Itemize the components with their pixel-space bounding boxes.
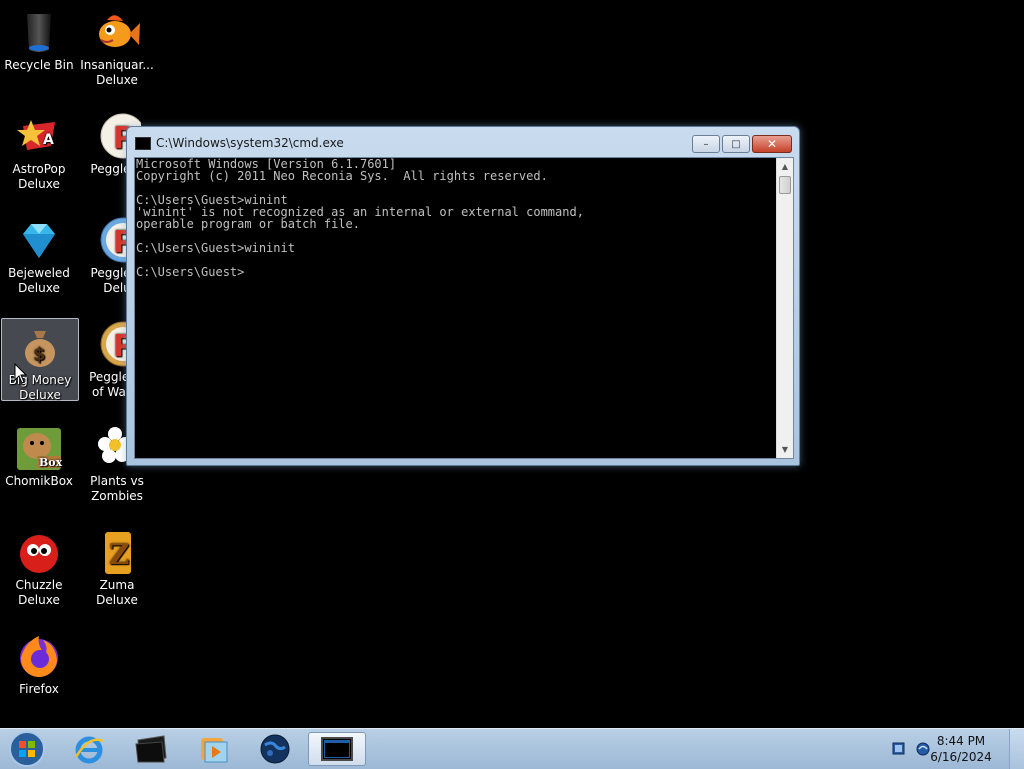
desktop-icon-label: Insaniquar... Deluxe xyxy=(80,58,154,87)
window-title: C:\Windows\system32\cmd.exe xyxy=(156,136,344,150)
taskbar-internet-explorer[interactable] xyxy=(62,732,116,766)
action-center-flag-icon[interactable] xyxy=(891,741,907,757)
mouse-cursor-icon xyxy=(14,363,28,384)
desktop-icon-astropop[interactable]: A AstroPop Deluxe xyxy=(0,106,78,202)
taskbar-media-player[interactable] xyxy=(186,732,240,766)
desktop-icon-recycle-bin[interactable]: Recycle Bin xyxy=(0,2,78,98)
console-area[interactable]: Microsoft Windows [Version 6.1.7601] Cop… xyxy=(134,157,794,459)
svg-text:Z: Z xyxy=(109,538,129,571)
scroll-up-arrow-icon[interactable]: ▲ xyxy=(777,158,793,175)
goldfish-icon xyxy=(93,8,141,56)
svg-text:A: A xyxy=(43,132,54,148)
firefox-icon xyxy=(15,632,63,680)
scroll-down-arrow-icon[interactable]: ▼ xyxy=(777,441,793,458)
desktop-icon-big-money[interactable]: $ Big Money Deluxe xyxy=(1,318,79,402)
desktop-icon-chomikbox[interactable]: Box ChomikBox xyxy=(0,418,78,514)
media-player-icon xyxy=(201,738,228,763)
scroll-thumb[interactable] xyxy=(779,176,791,194)
show-desktop-button[interactable] xyxy=(1009,729,1024,769)
desktop-icon-label: AstroPop Deluxe xyxy=(12,162,66,191)
console-line: C:\Users\Guest> xyxy=(136,265,245,279)
console-output: Microsoft Windows [Version 6.1.7601] Cop… xyxy=(136,158,772,278)
desktop-icon-firefox[interactable]: Firefox xyxy=(0,626,78,722)
chuzzle-icon xyxy=(15,528,63,576)
clock[interactable]: 8:44 PM 6/16/2024 xyxy=(926,733,996,765)
desktop-icon-label: Chuzzle Deluxe xyxy=(15,578,63,607)
minimize-button[interactable]: – xyxy=(692,135,720,153)
close-button[interactable]: ✕ xyxy=(752,135,792,153)
window-title-bar[interactable]: C:\Windows\system32\cmd.exe xyxy=(135,136,344,150)
console-line: C:\Users\Guest>wininit xyxy=(136,241,295,255)
window-controls: – □ ✕ xyxy=(692,135,792,153)
folder-black-icon xyxy=(135,735,167,763)
cmd-icon xyxy=(135,136,151,150)
desktop-icon-label: Zuma Deluxe xyxy=(96,578,138,607)
desktop-icon-label: Plants vs Zombies xyxy=(90,474,144,503)
vertical-scrollbar[interactable]: ▲ ▼ xyxy=(776,158,793,458)
desktop-icon-zuma[interactable]: Z Zuma Deluxe xyxy=(78,522,156,618)
hamster-icon: Box xyxy=(15,424,63,472)
taskbar-cmd[interactable] xyxy=(308,732,366,766)
start-button[interactable] xyxy=(0,731,54,767)
globe-icon xyxy=(260,734,290,764)
clock-date: 6/16/2024 xyxy=(930,750,992,764)
gem-icon xyxy=(15,216,63,264)
console-line: operable program or batch file. xyxy=(136,217,360,231)
recycle-bin-icon xyxy=(15,8,63,56)
internet-explorer-icon xyxy=(74,736,104,764)
clock-time: 8:44 PM xyxy=(936,734,986,748)
taskbar-folder[interactable] xyxy=(124,732,178,766)
maximize-button[interactable]: □ xyxy=(722,135,750,153)
start-orb-icon xyxy=(9,731,45,767)
desktop-icon-label: Bejeweled Deluxe xyxy=(8,266,70,295)
desktop-icon-insaniquarium[interactable]: Insaniquar... Deluxe xyxy=(78,2,156,98)
console-line: Copyright (c) 2011 Neo Reconia Sys. All … xyxy=(136,169,548,183)
cmd-icon xyxy=(321,737,353,761)
cmd-window[interactable]: C:\Windows\system32\cmd.exe – □ ✕ Micros… xyxy=(126,126,800,466)
zuma-icon: Z xyxy=(93,528,141,576)
svg-text:Box: Box xyxy=(39,456,63,469)
desktop-icon-chuzzle[interactable]: Chuzzle Deluxe xyxy=(0,522,78,618)
desktop-icon-bejeweled[interactable]: Bejeweled Deluxe xyxy=(0,210,78,306)
svg-text:$: $ xyxy=(33,344,46,365)
taskbar: 8:44 PM 6/16/2024 xyxy=(0,728,1024,769)
taskbar-globe[interactable] xyxy=(248,732,302,766)
desktop-icon-label: ChomikBox xyxy=(5,474,73,488)
desktop-icon-label: Firefox xyxy=(19,682,59,696)
astropop-icon: A xyxy=(15,112,63,160)
desktop-icon-label: Recycle Bin xyxy=(4,58,74,72)
